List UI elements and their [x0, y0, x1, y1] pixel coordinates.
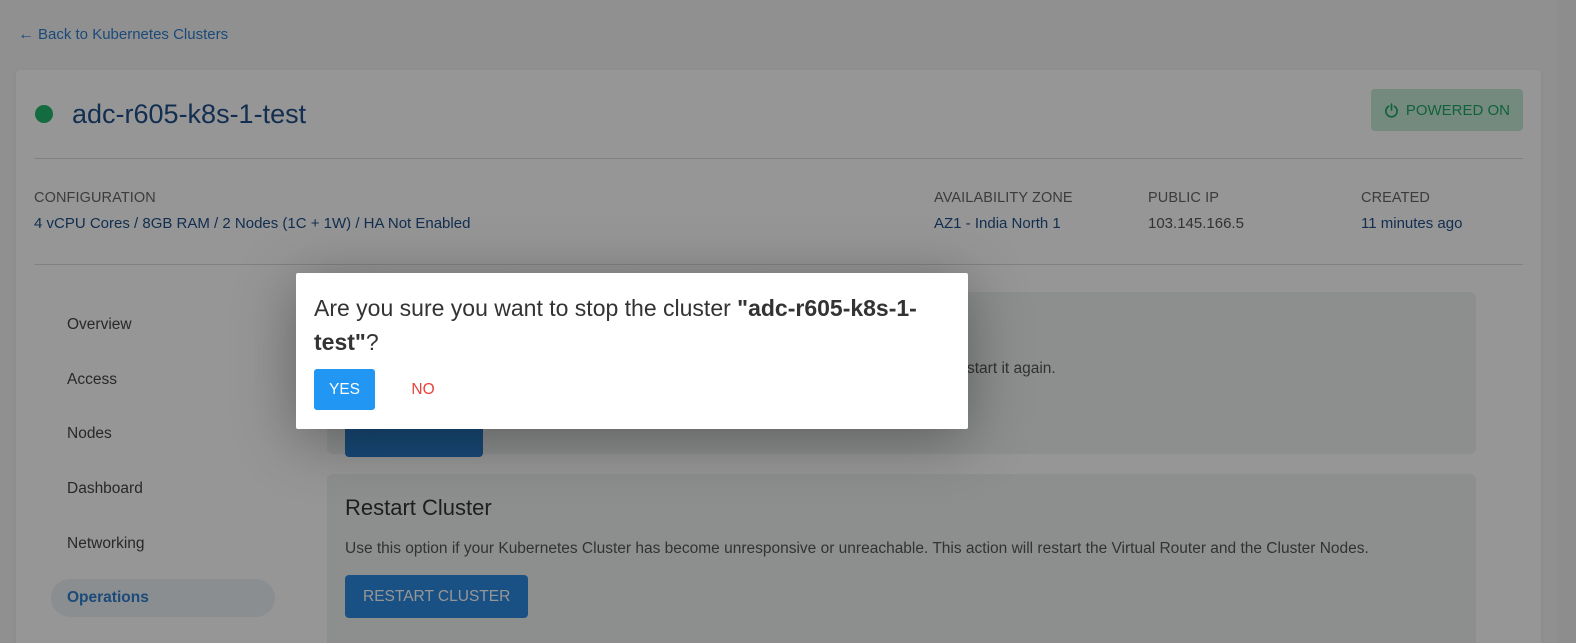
stop-cluster-confirm-dialog: Are you sure you want to stop the cluste…: [296, 273, 968, 429]
confirm-no-button[interactable]: NO: [396, 369, 450, 410]
confirm-message-suffix: ?: [365, 329, 379, 355]
confirm-yes-button[interactable]: YES: [314, 369, 375, 410]
confirm-message-prefix: Are you sure you want to stop the cluste…: [314, 295, 738, 321]
confirm-message: Are you sure you want to stop the cluste…: [314, 291, 934, 359]
